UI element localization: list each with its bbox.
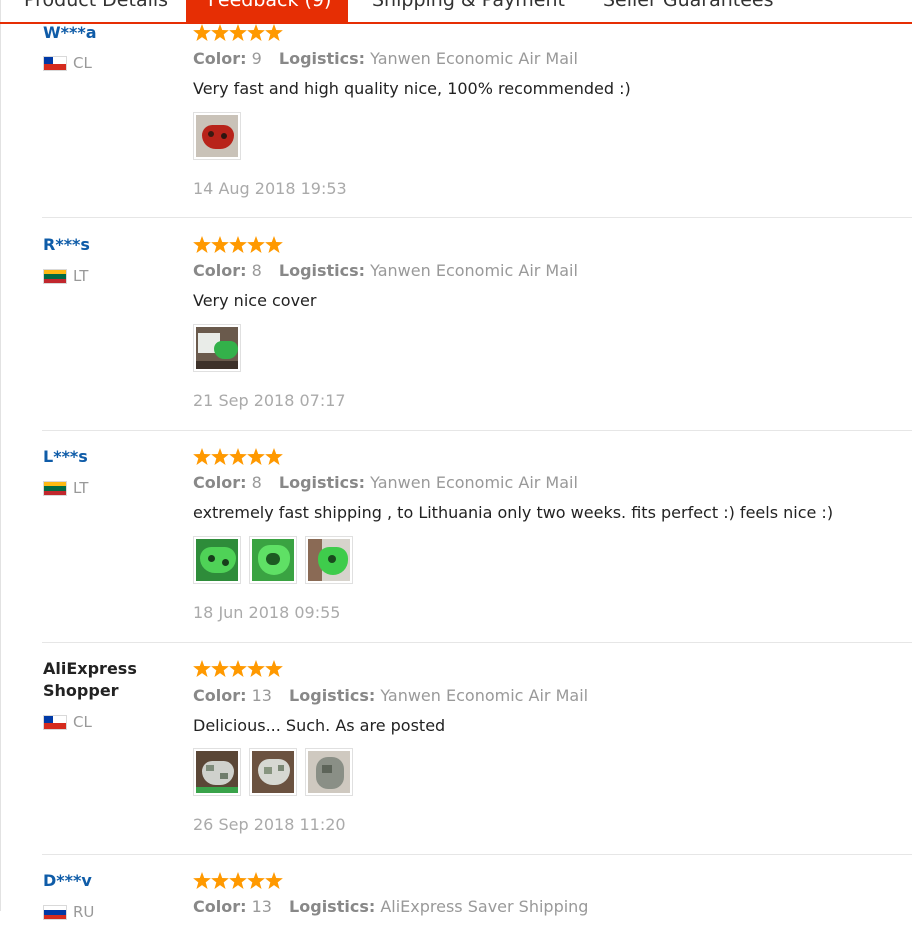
star-icon <box>229 236 247 253</box>
order-info: Color: 8 Logistics: Yanwen Economic Air … <box>193 261 578 281</box>
green-controller-photo-2 <box>252 539 294 581</box>
chile-flag-icon <box>43 56 67 71</box>
star-icon <box>229 448 247 465</box>
camo-controller-photo-3 <box>308 751 350 793</box>
review-date: 18 Jun 2018 09:55 <box>193 603 341 622</box>
logistics-value: Yanwen Economic Air Mail <box>370 473 578 492</box>
country-code: LT <box>73 267 89 285</box>
color-value: 9 <box>251 49 262 68</box>
logistics-label: Logistics: <box>278 49 366 68</box>
logistics-value: Yanwen Economic Air Mail <box>370 49 578 68</box>
review-item: W***a CL Color: 9 Logistics: Yanwen Econ… <box>0 0 912 218</box>
review-photo-thumbnail[interactable] <box>305 536 353 584</box>
star-icon <box>247 236 265 253</box>
star-icon <box>229 24 247 41</box>
green-controller-console-photo <box>196 327 238 369</box>
logistics-value: Yanwen Economic Air Mail <box>370 261 578 280</box>
star-icon <box>229 872 247 889</box>
review-item: D***v RU Color: 13 Logistics: AliExpress… <box>0 855 912 935</box>
review-photo-thumbnail[interactable] <box>193 112 241 160</box>
star-icon <box>265 24 283 41</box>
order-info: Color: 13 Logistics: AliExpress Saver Sh… <box>193 897 588 917</box>
star-icon <box>229 660 247 677</box>
star-icon <box>211 660 229 677</box>
star-icon <box>265 236 283 253</box>
star-icon <box>193 660 211 677</box>
review-photo-thumbnail[interactable] <box>193 324 241 372</box>
review-photo-thumbnail[interactable] <box>193 536 241 584</box>
review-date: 26 Sep 2018 11:20 <box>193 815 346 834</box>
star-icon <box>193 24 211 41</box>
star-icon <box>211 24 229 41</box>
review-photo-thumbnail[interactable] <box>249 536 297 584</box>
star-rating <box>193 24 283 42</box>
review-item: R***s LT Color: 8 Logistics: Yanwen Econ… <box>0 218 912 431</box>
country-code: RU <box>73 903 95 921</box>
review-comment: Very fast and high quality nice, 100% re… <box>193 79 631 98</box>
star-rating <box>193 236 283 254</box>
star-icon <box>265 448 283 465</box>
review-item: L***s LT Color: 8 Logistics: Yanwen Econ… <box>0 431 912 643</box>
review-date: 14 Aug 2018 19:53 <box>193 179 347 198</box>
green-controller-in-hand-photo <box>308 539 350 581</box>
country-code: LT <box>73 479 89 497</box>
review-comment: Very nice cover <box>193 291 317 310</box>
star-icon <box>193 872 211 889</box>
star-icon <box>247 872 265 889</box>
buyer-name[interactable]: L***s <box>43 446 88 468</box>
buyer-name[interactable]: R***s <box>43 234 90 256</box>
review-comment: extremely fast shipping , to Lithuania o… <box>193 503 834 522</box>
chile-flag-icon <box>43 715 67 730</box>
review-photo-thumbnail[interactable] <box>305 748 353 796</box>
color-label: Color: <box>193 686 247 705</box>
color-label: Color: <box>193 897 247 916</box>
russia-flag-icon <box>43 905 67 920</box>
review-item: AliExpress Shopper CL Color: 13 Logistic… <box>0 643 912 855</box>
camo-controller-photo-2 <box>252 751 294 793</box>
buyer-name[interactable]: W***a <box>43 22 97 44</box>
camo-controller-photo-1 <box>196 751 238 793</box>
star-icon <box>265 660 283 677</box>
logistics-label: Logistics: <box>278 261 366 280</box>
buyer-name: AliExpress Shopper <box>43 659 137 700</box>
color-value: 13 <box>251 897 272 916</box>
order-info: Color: 13 Logistics: Yanwen Economic Air… <box>193 686 588 706</box>
review-photo-thumbnail[interactable] <box>249 748 297 796</box>
lithuania-flag-icon <box>43 269 67 284</box>
review-date: 21 Sep 2018 07:17 <box>193 391 346 410</box>
lithuania-flag-icon <box>43 481 67 496</box>
logistics-label: Logistics: <box>289 897 376 916</box>
color-value: 8 <box>251 261 262 280</box>
color-label: Color: <box>193 473 247 492</box>
star-icon <box>265 872 283 889</box>
star-rating <box>193 448 283 466</box>
logistics-label: Logistics: <box>278 473 366 492</box>
star-icon <box>193 448 211 465</box>
order-info: Color: 8 Logistics: Yanwen Economic Air … <box>193 473 578 493</box>
star-rating <box>193 872 283 890</box>
order-info: Color: 9 Logistics: Yanwen Economic Air … <box>193 49 578 69</box>
review-comment: Delicious... Such. As are posted <box>193 716 446 735</box>
green-controller-photo-1 <box>196 539 238 581</box>
buyer-name[interactable]: D***v <box>43 870 92 892</box>
color-value: 13 <box>251 686 272 705</box>
star-icon <box>211 872 229 889</box>
red-controller-photo <box>196 115 238 157</box>
logistics-value: AliExpress Saver Shipping <box>380 897 589 916</box>
color-label: Color: <box>193 49 247 68</box>
star-icon <box>211 236 229 253</box>
star-icon <box>211 448 229 465</box>
country-code: CL <box>73 713 92 731</box>
color-value: 8 <box>251 473 262 492</box>
country-code: CL <box>73 54 92 72</box>
review-photo-thumbnail[interactable] <box>193 748 241 796</box>
star-icon <box>193 236 211 253</box>
color-label: Color: <box>193 261 247 280</box>
star-icon <box>247 660 265 677</box>
logistics-label: Logistics: <box>289 686 376 705</box>
star-rating <box>193 660 283 678</box>
star-icon <box>247 24 265 41</box>
star-icon <box>247 448 265 465</box>
logistics-value: Yanwen Economic Air Mail <box>380 686 589 705</box>
